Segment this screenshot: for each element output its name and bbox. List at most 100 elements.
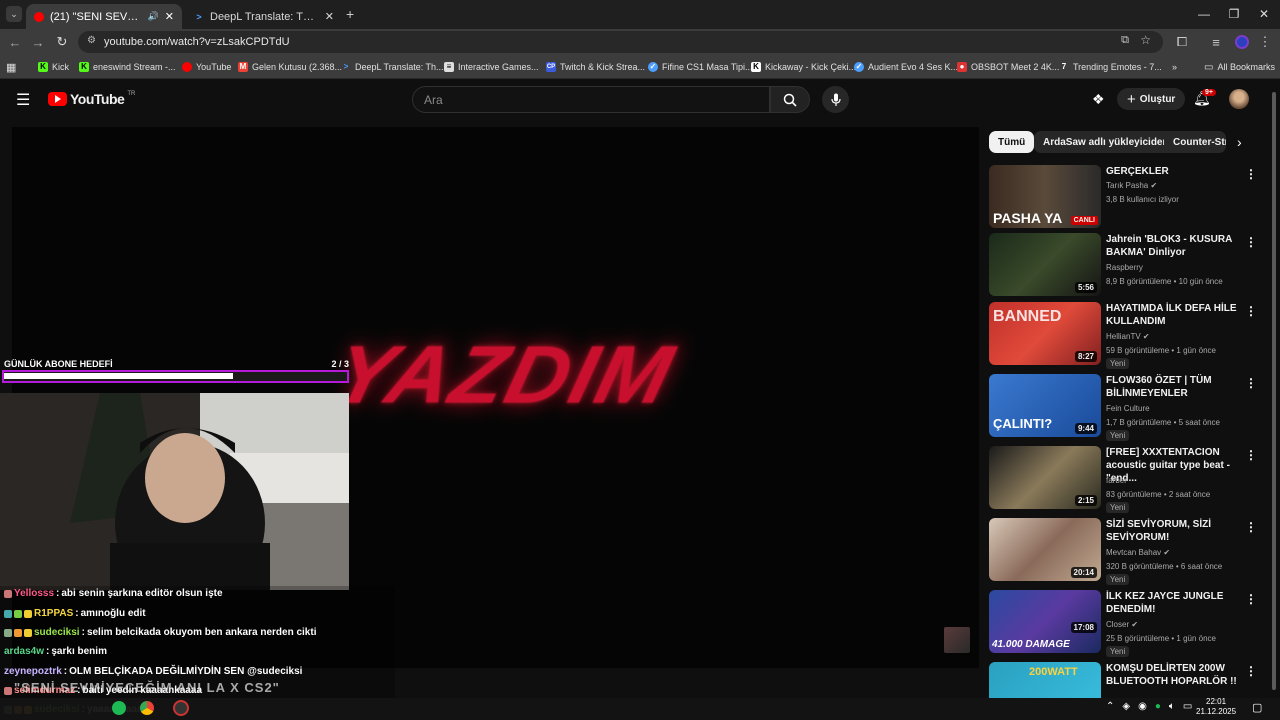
channel-name[interactable]: Closer bbox=[1106, 620, 1129, 629]
bookmark-item[interactable]: CP Twitch & Kick Strea... bbox=[546, 58, 645, 76]
hamburger-menu-icon[interactable]: ☰ bbox=[16, 90, 30, 110]
chip-counter-strike[interactable]: Counter-Str bbox=[1164, 131, 1226, 153]
video-title[interactable]: HAYATIMDA İLK DEFA HİLE KULLANDIM bbox=[1106, 302, 1248, 328]
channel-name[interactable]: Fein Culture bbox=[1106, 404, 1150, 413]
more-bookmarks-icon[interactable]: » bbox=[1172, 58, 1177, 76]
video-thumbnail[interactable]: 2:15 bbox=[989, 446, 1101, 509]
gem-icon[interactable]: ❖ bbox=[1092, 91, 1105, 108]
chevron-right-icon[interactable]: › bbox=[1237, 134, 1242, 150]
chip-uploader[interactable]: ArdaSaw adlı yükleyiciden bbox=[1034, 131, 1178, 153]
bookmark-item[interactable]: Keneswind Stream -... bbox=[79, 58, 176, 76]
bookmark-item[interactable]: > DeepL Translate: Th... bbox=[341, 58, 444, 76]
channel-name[interactable]: Tarık Pasha bbox=[1106, 181, 1148, 190]
more-options-icon[interactable]: ⋮ bbox=[1245, 664, 1257, 678]
chrome-menu-icon[interactable]: ⋮ bbox=[1254, 31, 1276, 53]
back-icon[interactable]: ← bbox=[4, 31, 26, 53]
search-button[interactable] bbox=[770, 86, 810, 113]
search-input[interactable]: Ara bbox=[412, 86, 770, 113]
speaker-icon[interactable]: 🔊 bbox=[148, 11, 159, 22]
more-options-icon[interactable]: ⋮ bbox=[1245, 304, 1257, 318]
video-card[interactable]: 200WATT KOMŞU DELİRTEN 200W BLUETOOTH HO… bbox=[989, 662, 1269, 698]
video-thumbnail[interactable]: BANNED 8:27 bbox=[989, 302, 1101, 365]
reload-icon[interactable]: ↻ bbox=[51, 31, 73, 53]
system-tray[interactable]: ⌃ ◈ ◉ ● 🔈︎ ▭ bbox=[1106, 701, 1192, 712]
site-info-icon[interactable]: ⚙ bbox=[87, 35, 96, 46]
bookmark-item[interactable]: ● OBSBOT Meet 2 4K... bbox=[957, 58, 1059, 76]
channel-name[interactable]: farber bbox=[1106, 476, 1127, 485]
video-thumbnail[interactable]: PASHA YA CANLI bbox=[989, 165, 1101, 228]
bookmark-item[interactable]: 7 Trending Emotes - 7... bbox=[1059, 58, 1162, 76]
more-options-icon[interactable]: ⋮ bbox=[1245, 235, 1257, 249]
bookmark-star-icon[interactable]: ☆ bbox=[1140, 33, 1151, 47]
video-thumbnail[interactable]: 5:56 bbox=[989, 233, 1101, 296]
more-options-icon[interactable]: ⋮ bbox=[1245, 592, 1257, 606]
video-card[interactable]: PASHA YA CANLI GERÇEKLER Tarık Pasha ✔ 3… bbox=[989, 165, 1269, 231]
bookmark-item[interactable]: ≡ Interactive Games... bbox=[444, 58, 539, 76]
video-title[interactable]: FLOW360 ÖZET | TÜM BİLİNMEYENLER bbox=[1106, 374, 1248, 400]
bookmark-item[interactable]: K Kick bbox=[38, 58, 69, 76]
tab-deepl[interactable]: > DeepL Translate: The world's m ✕ bbox=[186, 4, 342, 29]
more-options-icon[interactable]: ⋮ bbox=[1245, 520, 1257, 534]
avatar[interactable] bbox=[1229, 89, 1249, 109]
apps-grid-icon[interactable]: ▦ bbox=[6, 58, 16, 76]
restore-icon[interactable]: ❐ bbox=[1219, 4, 1249, 24]
display-icon[interactable]: ▭ bbox=[1183, 701, 1192, 712]
channel-name[interactable]: Raspberry bbox=[1106, 263, 1143, 272]
profile-avatar[interactable] bbox=[1235, 35, 1249, 49]
spotify-tray-icon[interactable]: ● bbox=[1155, 701, 1161, 712]
video-title[interactable]: KOMŞU DELİRTEN 200W BLUETOOTH HOPARLÖR !… bbox=[1106, 662, 1248, 688]
all-bookmarks-folder[interactable]: ▭ All Bookmarks bbox=[1204, 58, 1275, 76]
cast-icon[interactable]: ⧉ bbox=[1121, 34, 1129, 47]
new-tab-icon[interactable]: + bbox=[346, 6, 354, 22]
system-clock[interactable]: 22:01 21.12.2025 bbox=[1196, 697, 1236, 717]
more-options-icon[interactable]: ⋮ bbox=[1245, 448, 1257, 462]
video-thumbnail[interactable]: 20:14 bbox=[989, 518, 1101, 581]
tab-search-button[interactable]: ⌄ bbox=[6, 6, 22, 22]
volume-icon[interactable]: 🔈︎ bbox=[1169, 701, 1175, 712]
obs-taskbar-icon[interactable] bbox=[173, 700, 189, 716]
channel-watermark[interactable] bbox=[944, 627, 970, 653]
chevron-up-icon[interactable]: ⌃ bbox=[1106, 701, 1114, 712]
video-card[interactable]: 5:56 Jahrein 'BLOK3 - KUSURA BAKMA' Dinl… bbox=[989, 233, 1269, 299]
close-tab-icon[interactable]: ✕ bbox=[165, 10, 174, 23]
bookmark-item[interactable]: ✓ Audient Evo 4 Ses K... bbox=[854, 58, 958, 76]
video-card[interactable]: ÇALINTI? 9:44 FLOW360 ÖZET | TÜM BİLİNME… bbox=[989, 374, 1269, 441]
video-card[interactable]: BANNED 8:27 HAYATIMDA İLK DEFA HİLE KULL… bbox=[989, 302, 1269, 369]
video-title[interactable]: İLK KEZ JAYCE JUNGLE DENEDİM! bbox=[1106, 590, 1248, 616]
minimize-icon[interactable]: — bbox=[1189, 4, 1219, 24]
create-button[interactable]: + Oluştur bbox=[1117, 88, 1186, 110]
media-control-icon[interactable]: ≡ bbox=[1205, 31, 1227, 53]
chrome-taskbar-icon[interactable] bbox=[140, 701, 154, 715]
video-title[interactable]: Jahrein 'BLOK3 - KUSURA BAKMA' Dinliyor bbox=[1106, 233, 1248, 259]
channel-name[interactable]: HellianTV bbox=[1106, 332, 1141, 341]
scrollbar[interactable] bbox=[1272, 92, 1276, 690]
forward-icon[interactable]: → bbox=[27, 31, 49, 53]
channel-name[interactable]: Mevtcan Bahav bbox=[1106, 548, 1161, 557]
video-title[interactable]: GERÇEKLER bbox=[1106, 165, 1248, 178]
video-thumbnail[interactable]: 200WATT bbox=[989, 662, 1101, 698]
close-window-icon[interactable]: ✕ bbox=[1249, 4, 1279, 24]
more-options-icon[interactable]: ⋮ bbox=[1245, 376, 1257, 390]
video-title[interactable]: SİZİ SEVİYORUM, SİZİ SEVİYORUM! bbox=[1106, 518, 1248, 544]
bookmark-item[interactable]: YouTube bbox=[182, 58, 231, 76]
network-icon[interactable]: ◈ bbox=[1122, 701, 1130, 712]
notification-center-icon[interactable]: ▢ bbox=[1252, 701, 1262, 714]
more-options-icon[interactable]: ⋮ bbox=[1245, 167, 1257, 181]
youtube-logo[interactable]: YouTube TR bbox=[48, 91, 135, 107]
voice-search-button[interactable] bbox=[822, 86, 849, 113]
video-card[interactable]: 20:14 SİZİ SEVİYORUM, SİZİ SEVİYORUM! Me… bbox=[989, 518, 1269, 585]
video-card[interactable]: 2:15 [FREE] XXXTENTACION acoustic guitar… bbox=[989, 446, 1269, 513]
discord-icon[interactable]: ◉ bbox=[1138, 701, 1147, 712]
extensions-icon[interactable]: ⧠ bbox=[1171, 31, 1193, 53]
address-bar[interactable]: ⚙ youtube.com/watch?v=zLsakCPDTdU ⧉ ☆ bbox=[78, 31, 1163, 53]
close-tab-icon[interactable]: ✕ bbox=[325, 10, 334, 23]
video-thumbnail[interactable]: 41.000 DAMAGE 17:08 bbox=[989, 590, 1101, 653]
tab-youtube[interactable]: (21) "SENI SEVMIYECEĞIM A 🔊 ✕ bbox=[26, 4, 182, 29]
spotify-taskbar-icon[interactable] bbox=[112, 701, 126, 715]
video-thumbnail[interactable]: ÇALINTI? 9:44 bbox=[989, 374, 1101, 437]
video-card[interactable]: 41.000 DAMAGE 17:08 İLK KEZ JAYCE JUNGLE… bbox=[989, 590, 1269, 657]
chip-all[interactable]: Tümü bbox=[989, 131, 1035, 153]
bookmark-item[interactable]: M Gelen Kutusu (2.368... bbox=[238, 58, 342, 76]
bookmark-item[interactable]: ✓ Fifine CS1 Masa Tipi... bbox=[648, 58, 753, 76]
video-title[interactable]: [FREE] XXXTENTACION acoustic guitar type… bbox=[1106, 446, 1248, 485]
